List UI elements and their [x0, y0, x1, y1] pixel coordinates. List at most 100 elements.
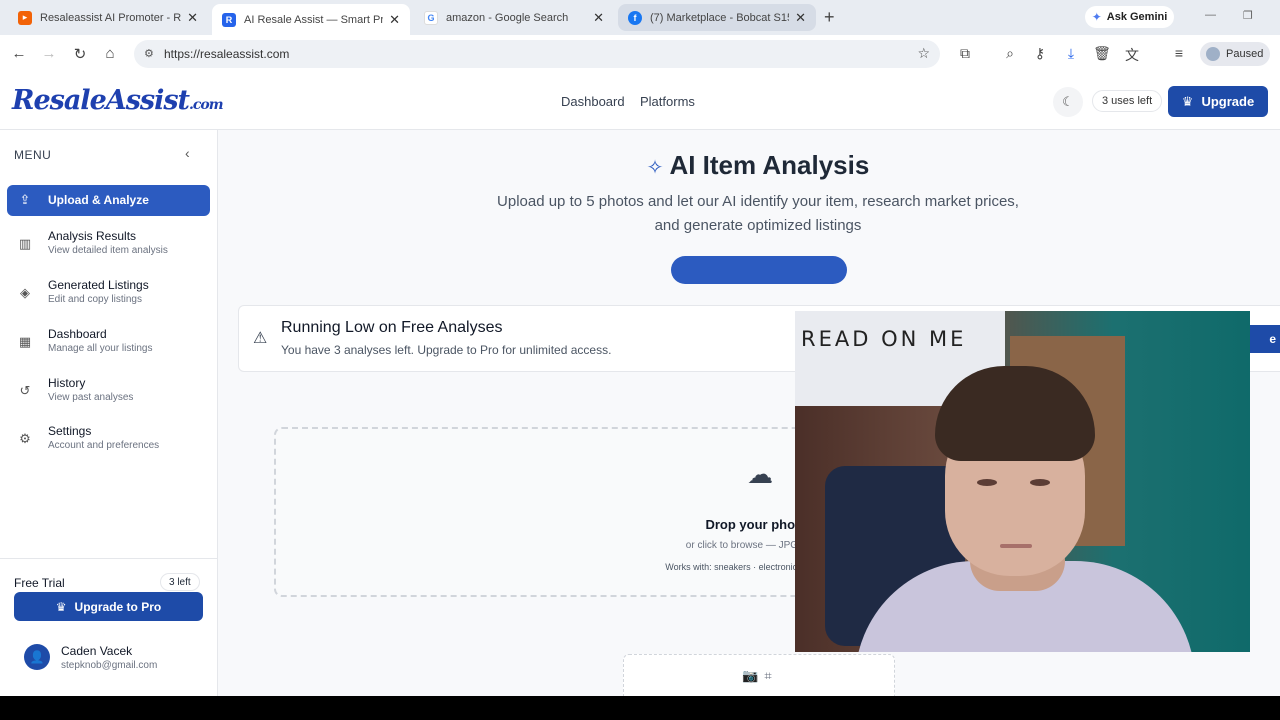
profile-button[interactable]: Paused — [1200, 42, 1270, 66]
upload-icon: ⇪ — [19, 192, 31, 207]
dark-mode-toggle[interactable]: ☾ — [1053, 87, 1083, 117]
browser-toolbar: ← → ↻ ⌂ ⚙ https://resaleassist.com ☆ ⧉ ⌕… — [0, 35, 1280, 73]
address-bar[interactable]: ⚙ https://resaleassist.com ☆ — [134, 40, 940, 68]
tab-title: Resaleassist AI Promoter - Repl — [40, 11, 182, 24]
back-icon[interactable]: ← — [10, 45, 28, 62]
tab-marketplace[interactable]: f (7) Marketplace - Bobcat S150 | ✕ — [618, 4, 816, 31]
webcam-person-eye — [1030, 479, 1050, 486]
page-title-text: AI Item Analysis — [669, 150, 870, 180]
bar-chart-icon: ▥ — [18, 236, 32, 251]
close-icon[interactable]: ✕ — [187, 10, 198, 26]
logo-suffix: .com — [189, 97, 224, 113]
app-header: ResaleAssist.com Dashboard Platforms ☾ 3… — [0, 73, 1280, 130]
ask-gemini-button[interactable]: ✦ Ask Gemini — [1085, 6, 1174, 28]
tab-ai-resale-assist[interactable]: R AI Resale Assist — Smart Pricing ✕ — [212, 4, 410, 35]
download-icon[interactable]: ⤓ — [1062, 45, 1080, 62]
upgrade-button[interactable]: ♛ Upgrade — [1168, 86, 1268, 117]
google-icon: G — [424, 10, 438, 25]
profile-avatar — [1206, 47, 1220, 61]
sidebar: MENU ‹ ⇪ Upload & Analyze ▥ Analysis Res… — [0, 130, 218, 696]
scan-barcode-button[interactable]: 📷⌗ — [623, 654, 895, 696]
crown-icon: ♛ — [1181, 93, 1194, 109]
new-tab-button[interactable]: + — [824, 7, 835, 28]
warning-icon: ⚠ — [253, 330, 268, 347]
nav-dashboard[interactable]: Dashboard — [561, 94, 625, 109]
app-viewport: ResaleAssist.com Dashboard Platforms ☾ 3… — [0, 73, 1280, 696]
user-email: stepknob@gmail.com — [61, 660, 158, 671]
logo-text: ResaleAssist — [12, 85, 190, 116]
history-icon: ↺ — [19, 383, 31, 398]
home-icon[interactable]: ⌂ — [101, 45, 119, 62]
user-avatar[interactable]: 👤 — [24, 644, 50, 670]
facebook-icon: f — [628, 10, 642, 25]
close-icon[interactable]: ✕ — [593, 10, 604, 26]
camera-scan-icon: 📷⌗ — [742, 668, 778, 683]
reading-list-icon[interactable]: ≡ — [1170, 45, 1188, 61]
sidebar-item-label: Upload & Analyze — [48, 193, 149, 207]
ask-gemini-label: Ask Gemini — [1106, 11, 1168, 23]
sidebar-item-upload-analyze[interactable]: ⇪ Upload & Analyze — [7, 185, 210, 216]
minimize-icon[interactable]: — — [1205, 9, 1216, 21]
gear-icon: ⚙ — [19, 431, 31, 446]
nav-platforms[interactable]: Platforms — [640, 94, 695, 109]
tab-resaleassist-promoter[interactable]: ▸ Resaleassist AI Promoter - Repl ✕ — [8, 4, 208, 31]
url-text: https://resaleassist.com — [164, 47, 290, 61]
extensions-icon[interactable]: ⧉ — [956, 45, 974, 62]
sidebar-item-sub: View detailed item analysis — [48, 245, 168, 256]
close-icon[interactable]: ✕ — [795, 10, 806, 26]
page-title: ✧ AI Item Analysis — [218, 150, 1280, 181]
gemini-icon: ✦ — [1091, 10, 1102, 24]
webcam-person-mouth — [1000, 544, 1032, 548]
sidebar-item-sub: Account and preferences — [48, 440, 160, 451]
primary-action-pill[interactable] — [671, 256, 847, 284]
sparkle-icon: ✧ — [646, 157, 664, 179]
webcam-overlay: READ ON ME — [795, 311, 1250, 652]
forward-icon[interactable]: → — [40, 45, 58, 62]
grid-icon: ▦ — [18, 334, 32, 349]
crown-icon: ♛ — [55, 599, 67, 614]
replit-icon: ▸ — [18, 10, 32, 25]
password-key-icon[interactable]: ⚷ — [1031, 45, 1049, 62]
upgrade-label: Upgrade — [1201, 94, 1255, 109]
lead-line-2: and generate optimized listings — [654, 217, 862, 234]
sidebar-item-sub: Edit and copy listings — [48, 294, 142, 305]
site-info-icon[interactable]: ⚙ — [144, 47, 154, 60]
sidebar-item-analysis-results[interactable]: ▥ Analysis Results View detailed item an… — [7, 229, 210, 275]
sidebar-item-label: Settings — [48, 424, 92, 438]
layers-icon: ◈ — [20, 285, 30, 300]
translate-icon[interactable]: 文 — [1123, 45, 1141, 65]
sidebar-item-sub: Manage all your listings — [48, 343, 153, 354]
sidebar-item-label: Analysis Results — [48, 229, 137, 243]
sidebar-item-settings[interactable]: ⚙ Settings Account and preferences — [7, 424, 210, 470]
close-icon[interactable]: ✕ — [389, 12, 400, 28]
sidebar-item-dashboard[interactable]: ▦ Dashboard Manage all your listings — [7, 327, 210, 373]
resaleassist-logo[interactable]: ResaleAssist.com — [12, 85, 224, 116]
sidebar-item-label: Dashboard — [48, 327, 107, 341]
bookmark-star-icon[interactable]: ☆ — [917, 45, 930, 62]
sidebar-item-label: History — [48, 376, 86, 390]
restore-icon[interactable]: ❐ — [1243, 9, 1253, 22]
collapse-chevron-icon[interactable]: ‹ — [185, 145, 190, 161]
screen-search-icon[interactable]: ⌕ — [1001, 45, 1019, 62]
tab-google-search[interactable]: G amazon - Google Search ✕ — [414, 4, 614, 31]
resaleassist-icon: R — [222, 12, 236, 27]
uses-left-badge: 3 uses left — [1092, 90, 1163, 112]
tab-title: amazon - Google Search — [446, 11, 569, 24]
reload-icon[interactable]: ↻ — [71, 45, 89, 63]
tab-title: (7) Marketplace - Bobcat S150 | — [650, 11, 789, 24]
user-name: Caden Vacek — [61, 644, 133, 658]
trial-left-badge: 3 left — [160, 573, 200, 591]
alert-description: You have 3 analyses left. Upgrade to Pro… — [281, 343, 612, 357]
sidebar-item-generated-listings[interactable]: ◈ Generated Listings Edit and copy listi… — [7, 278, 210, 324]
menu-heading: MENU — [14, 148, 52, 162]
trash-icon[interactable]: 🗑 — [1093, 45, 1111, 62]
free-trial-label: Free Trial — [14, 576, 65, 590]
profile-status: Paused — [1226, 48, 1264, 60]
upgrade-to-pro-button[interactable]: ♛ Upgrade to Pro — [14, 592, 203, 621]
tab-title: AI Resale Assist — Smart Pricing — [244, 13, 384, 26]
sidebar-item-sub: View past analyses — [48, 392, 134, 403]
upgrade-pro-label: Upgrade to Pro — [74, 599, 162, 614]
webcam-poster-text: READ ON ME — [801, 327, 967, 351]
sidebar-item-history[interactable]: ↺ History View past analyses — [7, 376, 210, 422]
moon-icon: ☾ — [1062, 94, 1074, 109]
